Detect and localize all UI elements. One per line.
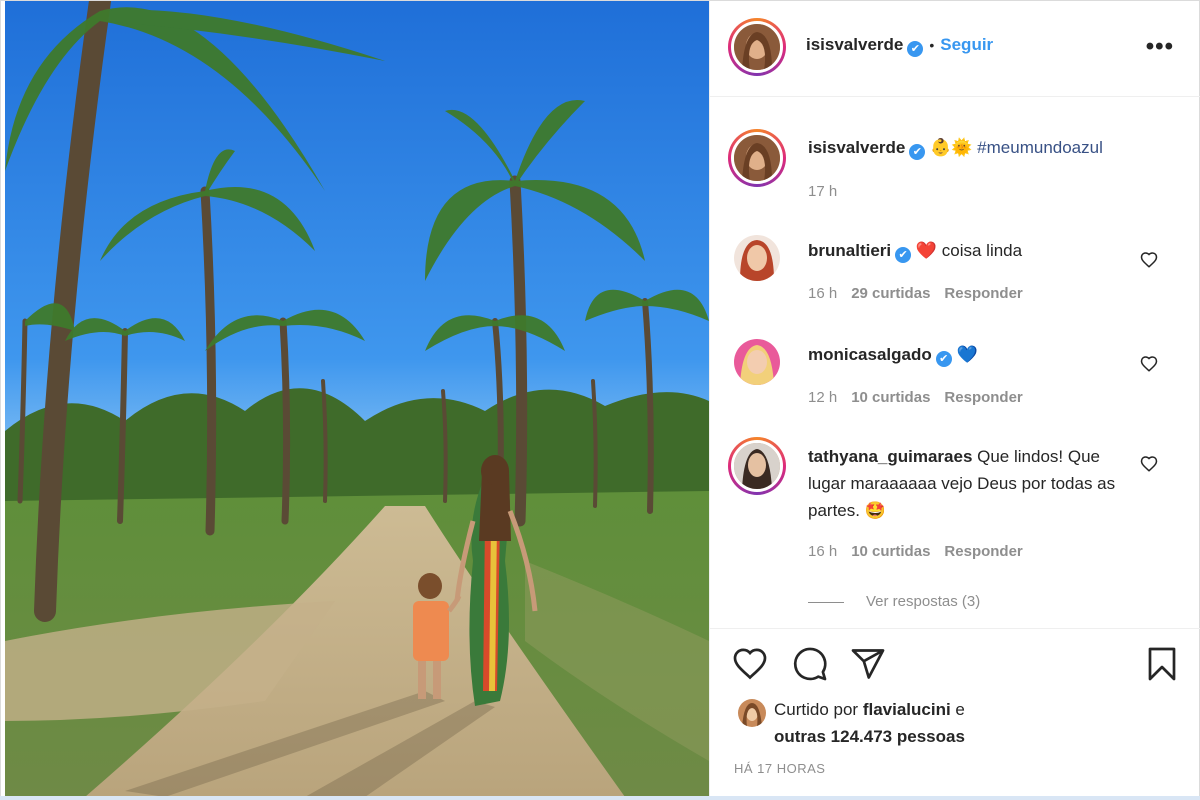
reply-button[interactable]: Responder [944, 543, 1022, 560]
view-replies-label: Ver respostas (3) [866, 593, 981, 610]
likes-prefix: Curtido por [774, 700, 863, 719]
hashtag-link[interactable]: #meumundoazul [977, 138, 1103, 157]
liker-avatar[interactable] [738, 699, 766, 727]
author-portrait [734, 24, 780, 70]
comment-item: tathyana_guimaraes Que lindos! Que lugar… [710, 425, 1200, 585]
commenter-portrait [734, 339, 780, 385]
post-actions: Curtido por flavialucini e outras 124.47… [710, 628, 1200, 796]
comment-avatar[interactable] [734, 339, 780, 385]
comments-list[interactable]: isisvalverde ✔ 👶🌞 #meumundoazul 17 h bru… [710, 97, 1200, 627]
comment-icon[interactable] [792, 646, 828, 682]
separator-dot: • [929, 37, 935, 53]
author-avatar[interactable] [728, 18, 786, 76]
comment-likes[interactable]: 10 curtidas [851, 389, 930, 406]
comment-meta: 16 h 29 curtidas Responder [808, 285, 1037, 302]
commenter-portrait [734, 235, 780, 281]
palm-grove-scene [5, 1, 709, 797]
comment-username[interactable]: tathyana_guimaraes [808, 447, 972, 466]
header-user-line: isisvalverde ✔ • Seguir [806, 35, 993, 57]
view-replies-button[interactable]: Ver respostas (3) [808, 593, 980, 610]
comment-like-icon[interactable] [1140, 455, 1158, 473]
comment-like-icon[interactable] [1140, 355, 1158, 373]
comment-meta: 12 h 10 curtidas Responder [808, 389, 1037, 406]
post-side-panel: isisvalverde ✔ • Seguir ••• isisvalverde… [709, 1, 1200, 797]
comment-like-icon[interactable] [1140, 251, 1158, 269]
comment-time[interactable]: 16 h [808, 543, 837, 560]
heart-icon[interactable] [732, 646, 768, 682]
caption-time[interactable]: 17 h [808, 183, 837, 200]
caption-meta: 17 h [808, 183, 851, 200]
likes-summary[interactable]: Curtido por flavialucini e outras 124.47… [774, 696, 965, 750]
comment-item: monicasalgado ✔ 💙 12 h 10 curtidas Responde… [710, 321, 1200, 425]
window-bottom-edge [0, 796, 1200, 800]
bookmark-icon[interactable] [1144, 646, 1180, 682]
red-heart-emoji: ❤️ [915, 241, 938, 261]
verified-badge-icon: ✔ [909, 144, 926, 160]
caption-username[interactable]: isisvalverde [808, 138, 905, 157]
post-photo[interactable] [5, 1, 709, 797]
verified-badge-icon: ✔ [935, 351, 952, 367]
comment-text: monicasalgado ✔ 💙 [808, 341, 1128, 369]
caption-portrait [734, 135, 780, 181]
comment-avatar[interactable] [728, 437, 786, 495]
caption-item: isisvalverde ✔ 👶🌞 #meumundoazul 17 h [710, 97, 1200, 217]
comment-username[interactable]: brunaltieri [808, 241, 891, 260]
verified-badge-icon: ✔ [907, 41, 924, 57]
instagram-post-window: isisvalverde ✔ • Seguir ••• isisvalverde… [0, 0, 1200, 800]
caption-text: isisvalverde ✔ 👶🌞 #meumundoazul [808, 134, 1128, 162]
verified-badge-icon: ✔ [895, 247, 912, 263]
commenter-portrait [734, 443, 780, 489]
reply-button[interactable]: Responder [944, 285, 1022, 302]
author-username[interactable]: isisvalverde [806, 35, 903, 54]
more-options-icon[interactable]: ••• [1146, 33, 1174, 61]
comment-likes[interactable]: 10 curtidas [851, 543, 930, 560]
comment-time[interactable]: 12 h [808, 389, 837, 406]
replies-divider [808, 601, 844, 603]
paper-plane-icon[interactable] [850, 646, 886, 682]
comment-likes[interactable]: 29 curtidas [851, 285, 930, 302]
comment-text: tathyana_guimaraes Que lindos! Que lugar… [808, 443, 1128, 524]
comment-username[interactable]: monicasalgado [808, 345, 932, 364]
follow-button[interactable]: Seguir [940, 35, 993, 54]
comment-time[interactable]: 16 h [808, 285, 837, 302]
comment-item: brunaltieri ✔ ❤️ coisa linda 16 h 29 curti… [710, 217, 1200, 321]
caption-emojis: 👶🌞 [930, 138, 973, 158]
likes-joiner: e [950, 700, 965, 719]
liker-portrait [738, 699, 766, 727]
likes-others[interactable]: outras 124.473 pessoas [774, 727, 965, 746]
caption-avatar[interactable] [728, 129, 786, 187]
comment-body: coisa linda [937, 241, 1023, 260]
post-timestamp[interactable]: HÁ 17 HORAS [734, 761, 825, 776]
blue-heart-emoji: 💙 [956, 345, 978, 365]
comment-avatar[interactable] [734, 235, 780, 281]
comment-text: brunaltieri ✔ ❤️ coisa linda [808, 237, 1128, 265]
post-header: isisvalverde ✔ • Seguir ••• [710, 1, 1200, 97]
comment-meta: 16 h 10 curtidas Responder [808, 543, 1037, 560]
reply-button[interactable]: Responder [944, 389, 1022, 406]
liker-username[interactable]: flavialucini [863, 700, 951, 719]
